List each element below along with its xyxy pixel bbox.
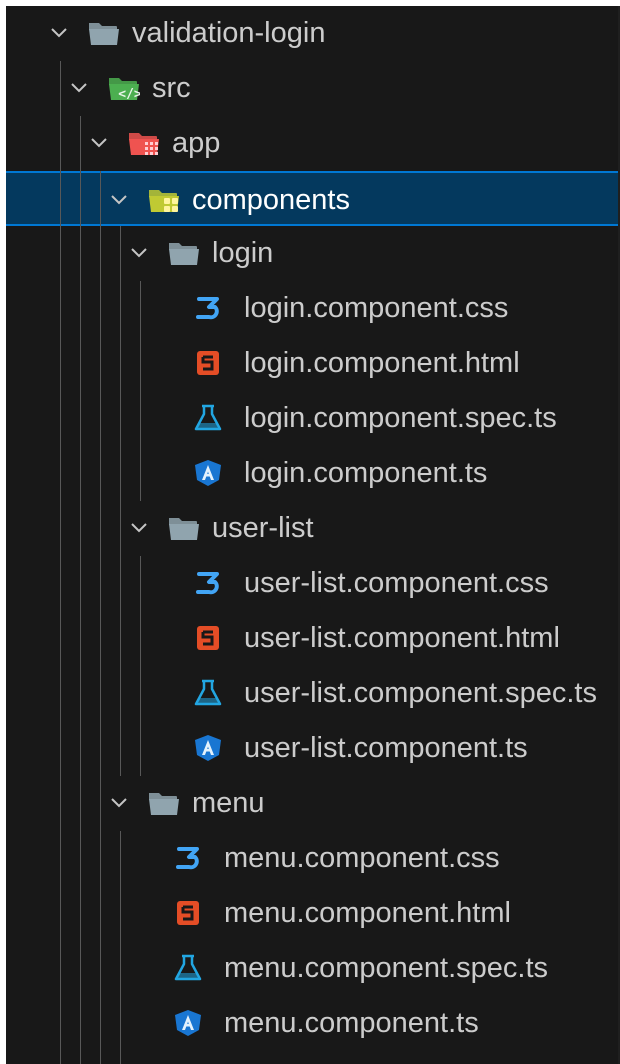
folder-row-app[interactable]: app — [6, 116, 620, 171]
svg-text:</>: </> — [118, 87, 140, 102]
folder-label: validation-login — [132, 17, 326, 49]
folder-label: components — [192, 184, 350, 216]
file-label: menu.component.html — [224, 897, 511, 929]
folder-row-menu[interactable]: menu — [6, 776, 620, 831]
folder-label: app — [172, 127, 221, 159]
html-file-icon — [192, 624, 224, 652]
folder-row-src[interactable]: </> src — [6, 61, 620, 116]
file-label: login.component.css — [244, 292, 509, 324]
indent-guide — [120, 226, 121, 776]
file-label: user-list.component.html — [244, 622, 560, 654]
folder-row-components[interactable]: components — [6, 171, 620, 226]
folder-icon — [168, 239, 200, 267]
file-row-login-component-css[interactable]: login.component.css — [6, 281, 620, 336]
chevron-down-icon[interactable] — [68, 77, 90, 99]
folder-label: menu — [192, 787, 265, 819]
file-row-menu-component-html[interactable]: menu.component.html — [6, 886, 620, 941]
chevron-down-icon[interactable] — [128, 517, 150, 539]
css-file-icon — [192, 569, 224, 597]
file-row-menu-component-ts[interactable]: menu.component.ts — [6, 996, 620, 1051]
folder-src-icon: </> — [108, 74, 142, 102]
indent-guide — [100, 171, 101, 1064]
folder-label: user-list — [212, 512, 314, 544]
file-label: user-list.component.css — [244, 567, 549, 599]
folder-row-login[interactable]: login — [6, 226, 620, 281]
indent-guide — [140, 556, 141, 776]
file-explorer-tree: validation-login </> src app components login… — [6, 6, 620, 1064]
indent-guide — [140, 281, 141, 501]
folder-label: src — [152, 72, 191, 104]
file-label: login.component.ts — [244, 457, 488, 489]
file-row-user-list-component-css[interactable]: user-list.component.css — [6, 556, 620, 611]
folder-app-icon — [128, 129, 160, 157]
file-label: menu.component.css — [224, 842, 500, 874]
file-row-login-component-ts[interactable]: login.component.ts — [6, 446, 620, 501]
angular-component-icon — [192, 734, 224, 762]
file-label: menu.component.spec.ts — [224, 952, 549, 984]
angular-component-icon — [172, 1009, 204, 1037]
file-label: menu.component.ts — [224, 1007, 479, 1039]
indent-guide — [60, 61, 61, 1064]
file-label: login.component.spec.ts — [244, 402, 557, 434]
file-row-user-list-component-spec-ts[interactable]: user-list.component.spec.ts — [6, 666, 620, 721]
folder-row-validation-login[interactable]: validation-login — [6, 6, 620, 61]
chevron-down-icon[interactable] — [88, 132, 110, 154]
folder-row-user-list[interactable]: user-list — [6, 501, 620, 556]
test-flask-icon — [192, 404, 224, 432]
file-row-menu-component-css[interactable]: menu.component.css — [6, 831, 620, 886]
chevron-down-icon[interactable] — [128, 242, 150, 264]
file-row-login-component-html[interactable]: login.component.html — [6, 336, 620, 391]
file-row-login-component-spec-ts[interactable]: login.component.spec.ts — [6, 391, 620, 446]
css-file-icon — [172, 844, 204, 872]
file-row-user-list-component-ts[interactable]: user-list.component.ts — [6, 721, 620, 776]
angular-component-icon — [192, 459, 224, 487]
file-label: user-list.component.ts — [244, 732, 528, 764]
folder-icon — [168, 514, 200, 542]
folder-components-icon — [148, 186, 180, 214]
html-file-icon — [172, 899, 204, 927]
folder-icon — [148, 789, 180, 817]
chevron-down-icon[interactable] — [108, 189, 130, 211]
indent-guide — [120, 831, 121, 1064]
folder-label: login — [212, 237, 274, 269]
chevron-down-icon[interactable] — [108, 792, 130, 814]
chevron-down-icon[interactable] — [48, 22, 70, 44]
file-row-menu-component-spec-ts[interactable]: menu.component.spec.ts — [6, 941, 620, 996]
css-file-icon — [192, 294, 224, 322]
html-file-icon — [192, 349, 224, 377]
file-row-user-list-component-html[interactable]: user-list.component.html — [6, 611, 620, 666]
test-flask-icon — [192, 679, 224, 707]
file-label: login.component.html — [244, 347, 520, 379]
indent-guide — [80, 116, 81, 1064]
test-flask-icon — [172, 954, 204, 982]
file-label: user-list.component.spec.ts — [244, 677, 597, 709]
folder-icon — [88, 19, 120, 47]
